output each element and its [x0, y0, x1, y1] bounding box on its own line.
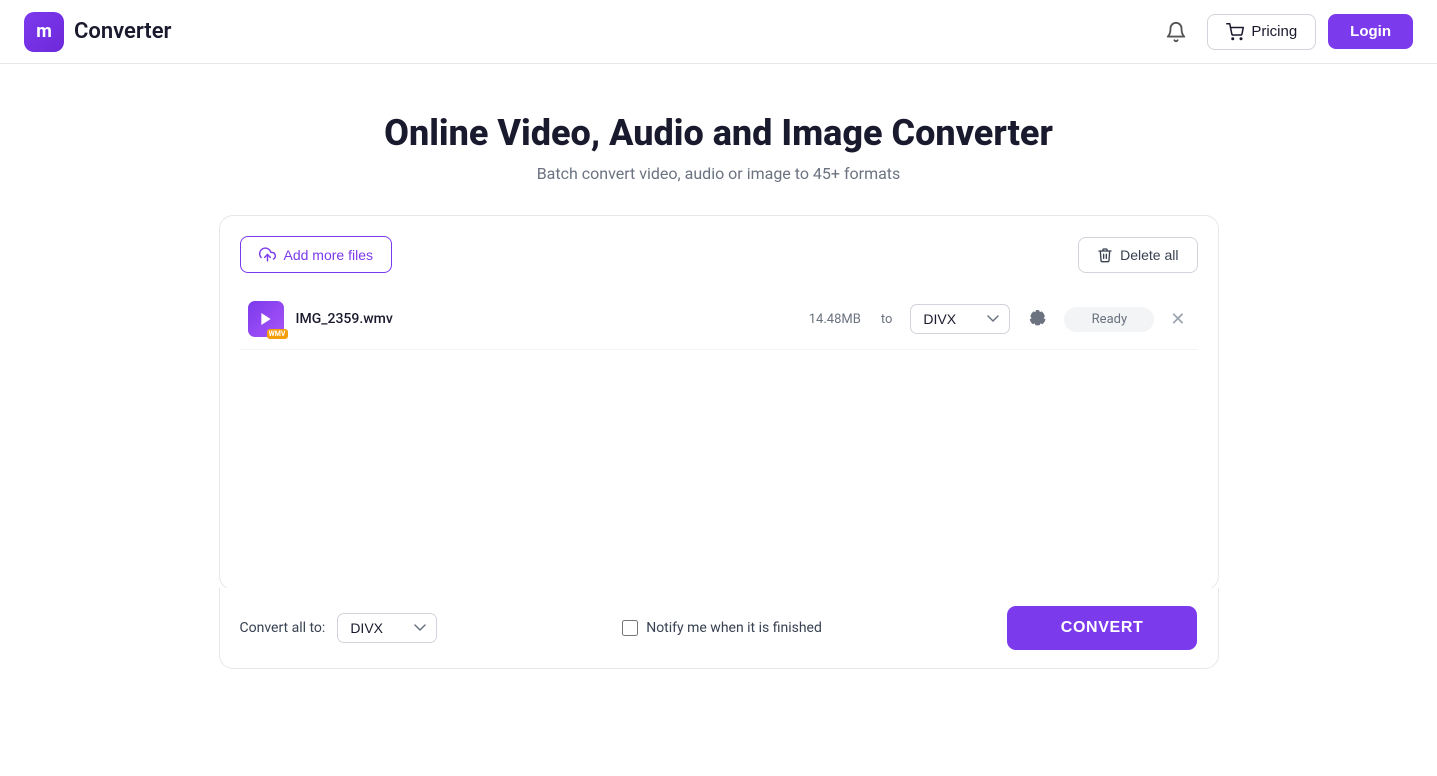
- cart-icon: [1226, 23, 1244, 41]
- table-row: WMV IMG_2359.wmv 14.48MB to DIVX MP4 AVI…: [240, 289, 1198, 350]
- convert-button[interactable]: CONVERT: [1007, 606, 1198, 650]
- logo-icon: m: [24, 12, 64, 52]
- header-right: Pricing Login: [1157, 13, 1413, 51]
- notify-checkbox[interactable]: [622, 620, 638, 636]
- convert-all-label: Convert all to:: [240, 620, 326, 636]
- notify-label: Notify me when it is finished: [646, 620, 822, 636]
- bell-button[interactable]: [1157, 13, 1195, 51]
- convert-all-wrap: Convert all to: DIVX MP4 AVI MOV MKV WMV…: [240, 613, 438, 643]
- to-label: to: [881, 312, 893, 327]
- bell-icon: [1165, 21, 1187, 43]
- upload-icon: [259, 246, 276, 263]
- header: m Converter Pricing Login: [0, 0, 1437, 64]
- file-area: Add more files Delete all WMV: [219, 215, 1219, 590]
- app-title: Converter: [74, 19, 171, 44]
- file-name: IMG_2359.wmv: [296, 311, 797, 327]
- file-area-header: Add more files Delete all: [240, 236, 1198, 273]
- main-content: Online Video, Audio and Image Converter …: [0, 64, 1437, 689]
- format-select[interactable]: DIVX MP4 AVI MOV MKV WMV FLV MP3 AAC WAV: [910, 304, 1010, 334]
- convert-all-select[interactable]: DIVX MP4 AVI MOV MKV WMV FLV MP3 AAC WAV…: [337, 613, 437, 643]
- file-settings-button[interactable]: [1022, 304, 1052, 335]
- bottom-bar: Convert all to: DIVX MP4 AVI MOV MKV WMV…: [219, 588, 1219, 669]
- gear-icon: [1028, 308, 1046, 326]
- delete-all-button[interactable]: Delete all: [1078, 237, 1197, 273]
- file-type-icon: WMV: [248, 301, 284, 337]
- add-files-button[interactable]: Add more files: [240, 236, 392, 273]
- remove-file-button[interactable]: ✕: [1166, 306, 1189, 332]
- login-button[interactable]: Login: [1328, 14, 1413, 49]
- video-icon: [258, 311, 274, 327]
- page-subtitle: Batch convert video, audio or image to 4…: [537, 164, 901, 183]
- status-badge: Ready: [1064, 307, 1154, 332]
- file-size: 14.48MB: [809, 312, 861, 327]
- page-title: Online Video, Audio and Image Converter: [384, 112, 1053, 154]
- trash-icon: [1097, 247, 1113, 263]
- header-left: m Converter: [24, 12, 171, 52]
- file-list: WMV IMG_2359.wmv 14.48MB to DIVX MP4 AVI…: [240, 289, 1198, 569]
- pricing-button[interactable]: Pricing: [1207, 14, 1316, 50]
- notify-wrap: Notify me when it is finished: [622, 620, 822, 636]
